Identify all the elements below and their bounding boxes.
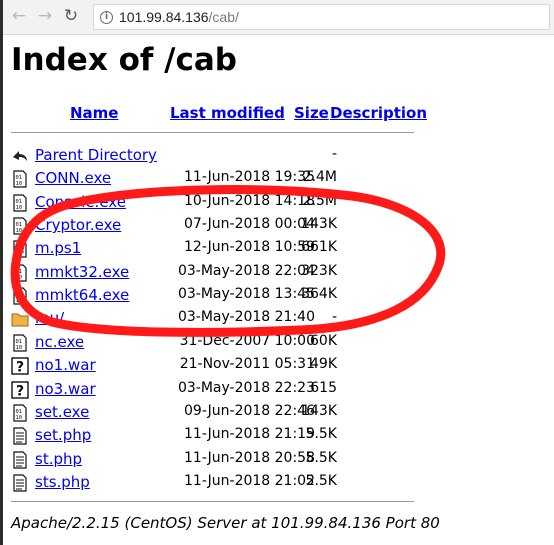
window-edge — [0, 0, 3, 545]
list-item: ? no1.war 21-Nov-2011 05:31 49K — [11, 355, 431, 378]
header-divider — [11, 132, 414, 133]
list-item: 01 10 mmkt32.exe 03-May-2018 22:04 323K — [11, 262, 431, 285]
sort-by-name-link[interactable]: Name — [70, 104, 118, 122]
list-item: m.ps1 12-Jun-2018 10:59 661K — [11, 238, 431, 261]
list-item: sts.php 11-Jun-2018 21:02 5.5K — [11, 472, 431, 495]
size-value: 5.5K — [305, 449, 337, 466]
list-item: 01 10 CONN.exe 11-Jun-2018 19:35 2.4M — [11, 168, 431, 191]
list-item: Parent Directory - — [11, 145, 431, 168]
size-value: 615 — [310, 379, 337, 396]
footer-divider — [11, 501, 414, 502]
list-item: 01 10 nc.exe 31-Dec-2007 10:00 60K — [11, 332, 431, 355]
list-item: ? no3.war 03-May-2018 22:23 615 — [11, 379, 431, 402]
reload-icon[interactable]: ↻ — [61, 6, 81, 26]
sort-by-last-modified-link[interactable]: Last modified — [170, 104, 285, 122]
size-value: 661K — [301, 239, 337, 256]
size-value: 5.5K — [305, 472, 337, 489]
url-path: /cab/ — [208, 9, 239, 25]
browser-toolbar: ← → ↻ i 101.99.84.136/cab/ — [3, 0, 554, 35]
forward-arrow-icon[interactable]: → — [35, 6, 55, 26]
size-value: 2.5M — [302, 192, 337, 209]
server-signature: Apache/2.2.15 (CentOS) Server at 101.99.… — [11, 514, 440, 532]
size-value: 323K — [301, 262, 337, 279]
size-value: 5.5K — [305, 426, 337, 443]
list-item: set.php 11-Jun-2018 21:19 5.5K — [11, 425, 431, 448]
list-item: st.php 11-Jun-2018 20:58 5.5K — [11, 449, 431, 472]
address-bar[interactable]: i 101.99.84.136/cab/ — [93, 4, 550, 30]
size-value: 364K — [301, 286, 337, 303]
sort-by-description-link[interactable]: Description — [330, 104, 427, 122]
back-arrow-icon[interactable]: ← — [9, 6, 29, 26]
size-value: - — [331, 146, 337, 162]
size-value: 60K — [310, 332, 337, 349]
list-item: 01 10 Cryptor.exe 07-Jun-2018 00:04 143K — [11, 215, 431, 238]
page-title: Index of /cab — [11, 42, 237, 78]
sort-by-size-link[interactable]: Size — [294, 104, 329, 122]
list-item: 01 10 Console.exe 10-Jun-2018 14:18 2.5M — [11, 192, 431, 215]
url-host: 101.99.84.136 — [119, 9, 209, 25]
size-value: 2.4M — [302, 169, 337, 186]
info-icon[interactable]: i — [100, 10, 113, 24]
size-value: 143K — [301, 402, 337, 419]
list-item: mu/03-May-2018 21:40- — [11, 308, 431, 331]
list-item: 01 10 set.exe 09-Jun-2018 22:46 143K — [11, 402, 431, 425]
size-value: 143K — [301, 216, 337, 233]
size-value: 49K — [310, 356, 337, 373]
size-value: - — [331, 309, 337, 326]
list-item: 01 10 mmkt64.exe 03-May-2018 13:45 364K — [11, 285, 431, 308]
